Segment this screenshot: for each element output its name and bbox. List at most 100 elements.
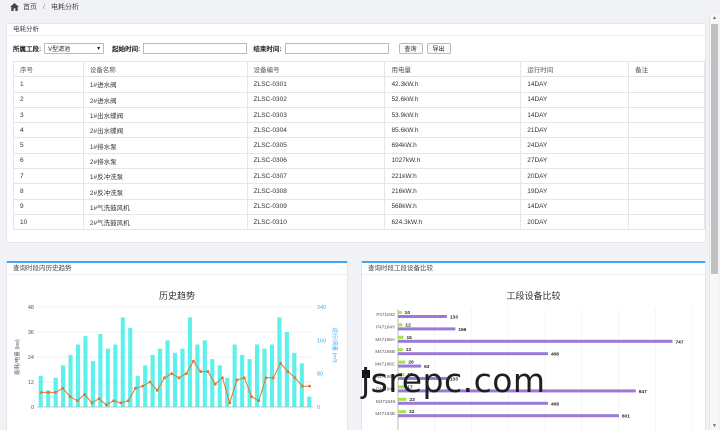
category-label: M47186A [375,337,396,342]
y2-tick-label: 0 [317,405,320,411]
data-label: 408 [551,352,559,358]
home-icon[interactable] [10,3,19,11]
start-time-input[interactable] [143,42,248,54]
breadcrumb-current: 电耗分析 [50,4,79,11]
scrollbar-thumb[interactable] [711,24,718,274]
col-header-device-code[interactable]: 设备编号 [246,60,386,78]
page-scrollbar[interactable]: ▲ ▼ [709,14,718,430]
line-point [133,386,137,390]
cell-runtime: 20DAY [520,213,630,231]
table-row[interactable]: 4 2#出水蝶阀 ZLSC-0304 85.6kW.h 21DAY [13,122,705,139]
data-label: 647 [639,389,647,395]
cell-device-code: ZLSC-0309 [246,198,386,215]
table-row[interactable]: 8 2#反冲洗泵 ZLSC-0308 216kW.h 19DAY [13,183,705,200]
line-point [286,370,290,373]
table-row[interactable]: 7 1#反冲洗泵 ZLSC-0307 221kW.h 20DAY [13,168,705,185]
bar [165,340,170,407]
line-point [112,399,115,403]
cell-consumption: 694kW.h [384,137,522,154]
line-point [279,361,282,365]
table-row[interactable]: 9 1#气洗鼓风机 ZLSC-0309 568kW.h 14DAY [13,198,705,215]
table-row[interactable]: 5 1#排水泵 ZLSC-0305 694kW.h 24DAY [13,137,705,154]
line-point [264,376,268,380]
cell-consumption: 85.6kW.h [384,122,522,139]
line-point [97,397,101,401]
panel-title: 查询时段工段设备比较 [362,263,705,275]
col-header-index[interactable]: 序号 [13,60,84,78]
category-label: P47184Y [376,324,395,329]
history-trend-panel: 查询时段内历史趋势 历史趋势 0 12 24 36 48 0 80 160 240 能耗/电量 (… [6,261,348,430]
breadcrumb-separator: / [43,3,45,11]
cell-runtime: 24DAY [520,137,630,154]
section-select[interactable]: V型滤池 ▾ [44,42,105,54]
cell-runtime: 14DAY [520,91,630,108]
cell-runtime: 14DAY [520,76,630,93]
bar [150,354,155,407]
line-point [235,378,239,382]
cell-device-code: ZLSC-0306 [246,152,386,170]
line-point [293,376,297,380]
line-point [61,386,65,390]
y-tick-label: 36 [28,330,34,336]
cell-runtime: 20DAY [520,168,630,185]
col-header-consumption[interactable]: 用电量 [384,60,522,78]
scroll-down-icon[interactable]: ▼ [711,423,718,429]
bar-green [398,348,403,352]
chevron-down-icon: ▾ [97,45,101,52]
cell-remark [628,76,705,93]
panel-title: 查询时段内历史趋势 [7,263,347,275]
bar [195,344,200,407]
col-header-runtime[interactable]: 运行时间 [520,60,630,78]
line-point [39,391,43,394]
bar [98,334,103,407]
y2-axis-label: 运行/流量 (m³) [331,327,339,362]
panel-title: 电耗分析 [7,24,705,36]
cell-device-name: 1#气洗鼓风机 [82,198,248,215]
cell-remark [628,198,705,215]
col-header-remark[interactable]: 备注 [628,60,705,78]
query-button[interactable]: 查询 [398,42,423,54]
table-row[interactable]: 10 2#气洗鼓风机 ZLSC-0310 624.3kW.h 20DAY [13,213,705,231]
table-row[interactable]: 3 1#出水蝶阀 ZLSC-0303 53.9kW.h 14DAY [13,106,705,124]
bar-green [398,323,403,327]
data-label: 133 [450,315,458,321]
category-label: P47184Z [376,312,395,317]
table-row[interactable]: 6 2#排水泵 ZLSC-0306 1027kW.h 27DAY [13,152,705,170]
col-header-device-name[interactable]: 设备名称 [82,60,248,78]
line-point [155,388,159,392]
cell-device-code: ZLSC-0304 [246,122,386,139]
cell-runtime: 27DAY [520,152,630,170]
cell-remark [628,213,705,231]
cell-device-name: 2#排水泵 [82,152,248,170]
table-row[interactable]: 2 2#进水阀 ZLSC-0302 52.6kW.h 14DAY [13,91,705,108]
line-point [221,376,224,380]
line-point [228,401,232,405]
bar-purple [398,352,548,356]
bar [240,354,245,407]
breadcrumb-home[interactable]: 首页 [23,2,37,12]
line-point [68,395,72,398]
cell-device-name: 1#进水阀 [82,76,248,93]
breadcrumb: 首页 / 电耗分析 [0,0,708,14]
end-time-input[interactable] [284,42,389,54]
y-tick-label: 48 [28,305,34,311]
bar [247,359,252,407]
cell-consumption: 624.3kW.h [384,213,522,231]
scroll-up-icon[interactable]: ▲ [711,15,718,21]
cell-consumption: 216kW.h [384,183,522,200]
line-point [54,391,57,394]
bar [255,344,260,407]
cell-remark [628,152,705,170]
category-label: M47186B [375,349,395,354]
bar [113,344,118,407]
y2-tick-label: 240 [317,305,326,311]
bar [187,317,192,407]
data-label: 601 [622,414,630,420]
bar [172,352,178,407]
cell-device-name: 1#排水泵 [82,137,248,154]
table-row[interactable]: 1 1#进水阀 ZLSC-0301 42.3kW.h 14DAY [13,76,705,93]
bar [307,396,312,407]
export-button[interactable]: 导出 [426,42,451,54]
line-point [271,376,275,380]
bar-purple [398,339,673,343]
